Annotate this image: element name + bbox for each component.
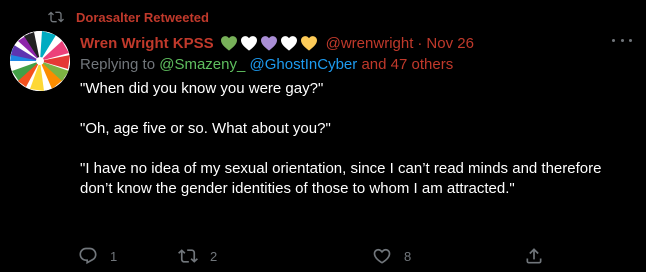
reply-button[interactable]: 1 <box>78 246 117 266</box>
like-count: 8 <box>404 248 412 264</box>
purple-heart-icon <box>260 35 278 51</box>
like-button[interactable]: 8 <box>372 246 411 266</box>
retweet-icon <box>178 246 198 266</box>
tweet-header: Wren Wright KPSS @wrenwright · Nov 26 <box>80 32 474 54</box>
avatar[interactable] <box>10 31 70 91</box>
share-icon <box>524 246 544 266</box>
mention-ghostincyber[interactable]: @GhostInCyber <box>250 56 358 73</box>
tweet-paragraph: "When did you know you were gay?" <box>80 80 324 97</box>
reply-icon <box>78 246 98 266</box>
display-name[interactable]: Wren Wright KPSS <box>80 35 214 52</box>
retweet-count: 2 <box>210 248 218 264</box>
yellow-heart-icon <box>300 35 318 51</box>
separator-dot: · <box>417 34 423 52</box>
tweet-paragraph: "I have no idea of my sexual orientation… <box>80 160 602 197</box>
author-handle[interactable]: @wrenwright <box>326 35 414 52</box>
heart-outline-icon <box>372 246 392 266</box>
more-options-icon[interactable] <box>612 33 632 47</box>
tweet-text: "When did you know you were gay?" "Oh, a… <box>80 79 620 219</box>
name-emoji-hearts <box>220 35 320 51</box>
replying-to-label: Replying to <box>80 56 160 73</box>
action-bar: 1 2 8 <box>78 244 558 268</box>
retweet-context[interactable]: Dorasalter Retweeted <box>48 8 209 26</box>
white-heart-icon <box>240 35 258 51</box>
tweet-paragraph: "Oh, age five or so. What about you?" <box>80 120 331 137</box>
white-heart-icon <box>280 35 298 51</box>
tweet[interactable]: Dorasalter Retweeted Wren Wright KPSS @w… <box>0 0 646 272</box>
retweet-button[interactable]: 2 <box>178 246 217 266</box>
replying-to: Replying to @Smazeny_ @GhostInCyber and … <box>80 56 453 76</box>
retweet-icon <box>48 9 64 25</box>
share-button[interactable] <box>524 246 544 266</box>
green-heart-icon <box>220 35 238 51</box>
retweet-label: Dorasalter Retweeted <box>76 9 209 25</box>
mention-smazeny[interactable]: @Smazeny_ <box>159 56 245 73</box>
others-link[interactable]: and 47 others <box>361 56 453 73</box>
reply-count: 1 <box>110 248 118 264</box>
timestamp[interactable]: Nov 26 <box>426 35 474 52</box>
rainbow-swirl-avatar <box>10 31 70 91</box>
